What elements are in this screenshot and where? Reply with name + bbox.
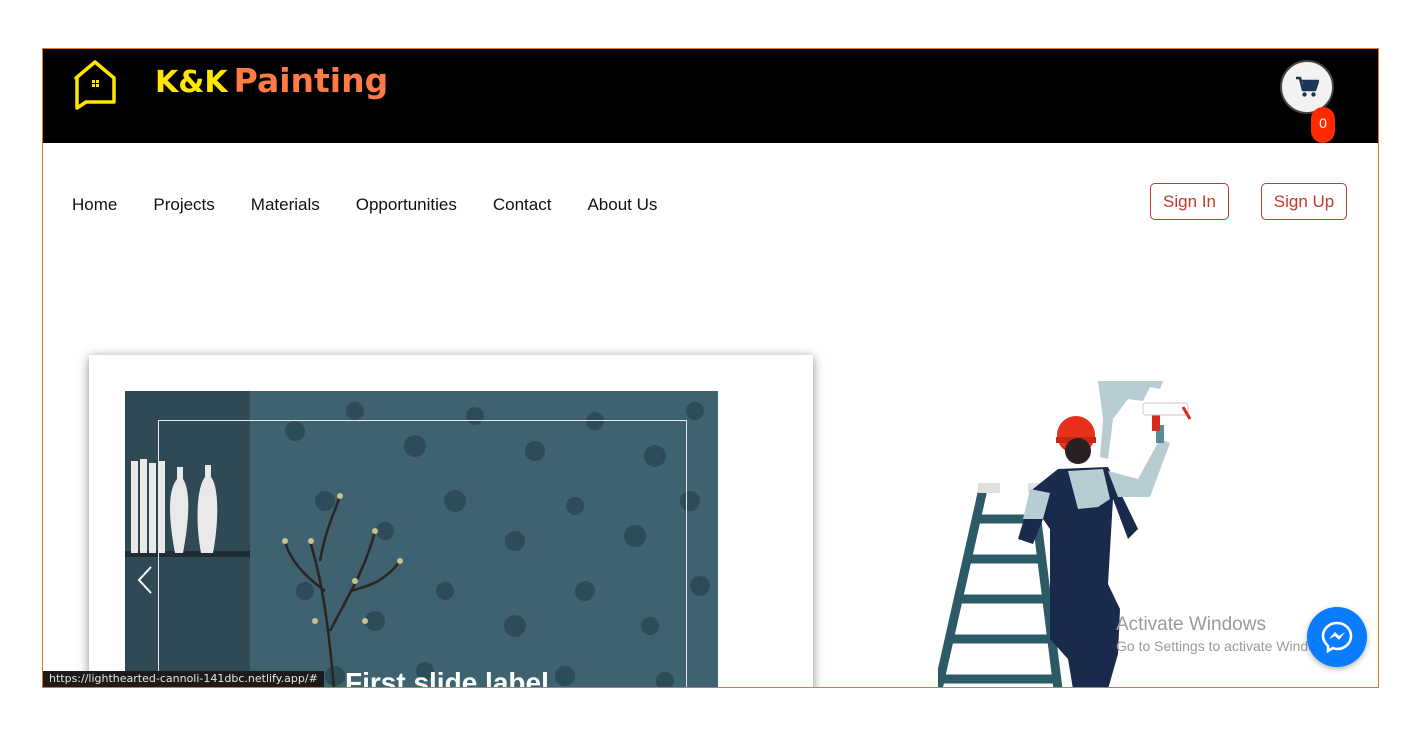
activate-windows-watermark: Activate Windows Go to Settings to activ… [1116, 614, 1337, 654]
slide-caption-frame [158, 420, 687, 687]
nav-item-home[interactable]: Home [72, 195, 117, 215]
carousel-slide: First slide label [125, 391, 718, 688]
top-header: K&K Painting 0 [43, 49, 1378, 143]
page-frame: K&K Painting 0 Home Projects Materials Op… [42, 48, 1379, 688]
brand-prefix: K&K [155, 65, 228, 100]
carousel-card: First slide label [89, 355, 813, 688]
cart-button[interactable] [1280, 60, 1334, 114]
shopping-cart-icon [1296, 76, 1319, 97]
watermark-title: Activate Windows [1116, 614, 1266, 635]
messenger-chat-button[interactable] [1307, 607, 1367, 667]
nav-item-projects[interactable]: Projects [153, 195, 214, 215]
chevron-left-icon[interactable] [135, 563, 155, 597]
brand-logo[interactable]: K&K Painting [155, 61, 388, 100]
sign-up-button[interactable]: Sign Up [1261, 183, 1347, 220]
nav-item-opportunities[interactable]: Opportunities [356, 195, 457, 215]
main-nav: Home Projects Materials Opportunities Co… [72, 195, 693, 215]
nav-item-contact[interactable]: Contact [493, 195, 552, 215]
watermark-subtitle: Go to Settings to activate Windows. [1116, 638, 1337, 654]
sign-in-button[interactable]: Sign In [1150, 183, 1229, 220]
cart-count-badge: 0 [1311, 107, 1335, 143]
status-bar-url: https://lighthearted-cannoli-141dbc.netl… [43, 671, 324, 687]
house-icon[interactable] [72, 58, 118, 110]
slide-label: First slide label [345, 667, 549, 688]
nav-item-about-us[interactable]: About Us [587, 195, 657, 215]
brand-name: Painting [233, 61, 389, 100]
nav-item-materials[interactable]: Materials [251, 195, 320, 215]
messenger-icon [1321, 621, 1353, 654]
